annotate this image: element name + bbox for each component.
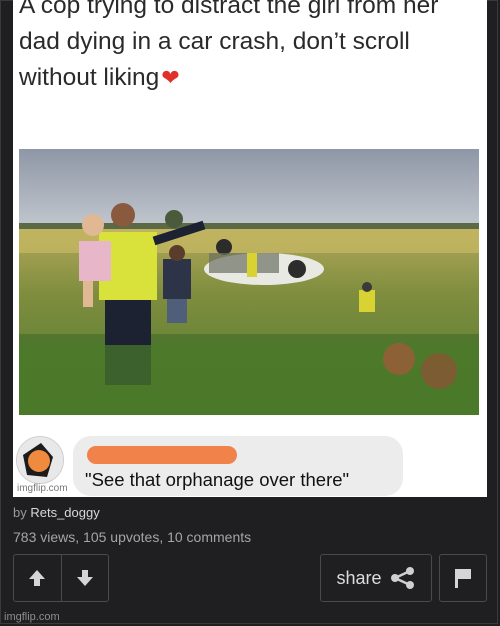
redacted-name [87,446,237,464]
heart-icon: ❤ [161,65,180,90]
comment-bubble: "See that orphanage over there" [73,436,403,496]
share-nodes-icon [390,567,414,589]
share-label: share [336,567,382,588]
post-stats: 783 views, 105 upvotes, 10 comments [13,529,252,545]
post-byline: by Rets_doggy [13,505,100,520]
vote-buttons [13,554,109,602]
arrow-down-icon [76,570,93,586]
flag-button[interactable] [439,554,487,602]
footer-watermark: imgflip.com [4,611,60,623]
share-button[interactable]: share [320,554,432,602]
caption-line-2: dad dying in a car crash, don’t scroll [19,28,410,55]
caption-line-3-wrap: without liking❤ [19,60,479,96]
comment-text: "See that orphanage over there" [85,469,350,490]
meme-comment: "See that orphanage over there" imgflip.… [13,430,487,497]
meme-watermark: imgflip.com [17,483,68,494]
caption-line-1: A cop trying to distract the girl from h… [19,0,439,19]
upvote-button[interactable] [14,555,61,601]
arrow-up-icon [29,570,46,586]
photo-illustration [19,149,479,415]
flag-icon [455,569,471,588]
byline-prefix: by [13,505,31,520]
commenter-avatar [16,436,64,484]
meme-image: A cop trying to distract the girl from h… [13,0,487,497]
downvote-button[interactable] [60,555,109,601]
avatar-image [17,437,63,483]
crash-scene-photo [19,149,479,415]
caption-line-3: without liking [19,64,160,91]
author-link[interactable]: Rets_doggy [30,505,99,520]
meme-caption: A cop trying to distract the girl from h… [19,0,479,96]
